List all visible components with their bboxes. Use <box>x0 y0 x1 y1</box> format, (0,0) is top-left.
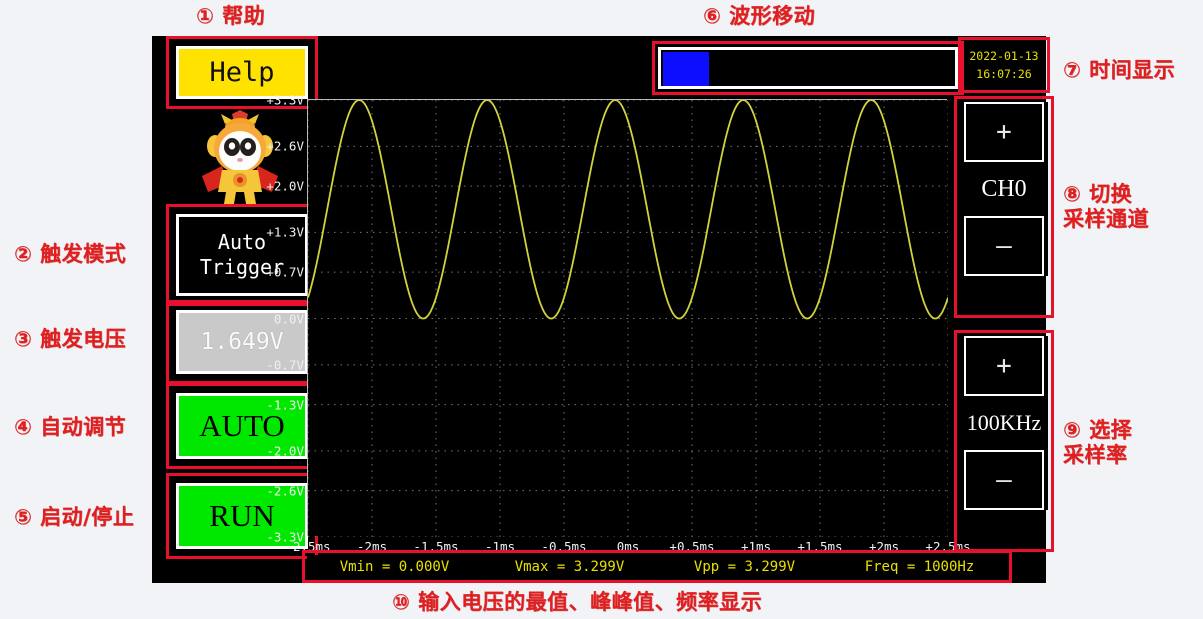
help-button[interactable]: Help <box>176 46 308 99</box>
annotation-text: 选择 <box>1089 418 1133 442</box>
clock-display: 2022-01-13 16:07:26 <box>964 43 1044 87</box>
annotation-number: ⑩ <box>392 590 411 614</box>
annotation-number: ⑨ <box>1063 418 1082 442</box>
oscilloscope-screen: Help Auto Trigger 1.649V AUTO RUN +3.3V … <box>152 36 1054 583</box>
annotation-number: ① <box>196 4 215 28</box>
annotation-number: ④ <box>14 415 33 439</box>
channel-stepper: + CH0 — <box>960 102 1048 276</box>
annotation-sample-rate: ⑨ 选择 采样率 <box>1063 418 1132 468</box>
clock-time: 16:07:26 <box>976 67 1032 81</box>
y-tick-label: -1.3V <box>266 397 304 413</box>
annotation-number: ② <box>14 242 33 266</box>
channel-minus-button[interactable]: — <box>964 216 1044 276</box>
annotation-text: 时间显示 <box>1089 58 1176 82</box>
y-tick-label: -2.6V <box>266 483 304 499</box>
annotation-text: 自动调节 <box>40 415 127 439</box>
channel-value: CH0 <box>981 175 1027 202</box>
annotation-number: ⑥ <box>703 4 722 28</box>
annotation-run-stop: ⑤ 启动/停止 <box>14 505 134 530</box>
y-tick-label: -0.7V <box>266 357 304 373</box>
annotation-time-display: ⑦ 时间显示 <box>1063 58 1175 83</box>
measurement-bar: Vmin = 0.000V Vmax = 3.299V Vpp = 3.299V… <box>307 555 1007 578</box>
sample-rate-plus-button[interactable]: + <box>964 336 1044 396</box>
y-tick-label: +1.3V <box>266 224 304 240</box>
y-tick-label: +2.6V <box>266 138 304 154</box>
measurement-freq: Freq = 1000Hz <box>864 558 975 575</box>
annotation-text: 触发模式 <box>40 242 127 266</box>
annotation-auto-adjust: ④ 自动调节 <box>14 415 126 440</box>
sample-rate-stepper: + 100KHz — <box>960 336 1048 510</box>
y-tick-label: +3.3V <box>266 92 304 108</box>
annotation-number: ⑦ <box>1063 58 1082 82</box>
sample-rate-value: 100KHz <box>966 410 1042 435</box>
waveform-svg <box>308 100 948 537</box>
annotation-wave-move: ⑥ 波形移动 <box>703 4 815 29</box>
annotation-help: ① 帮助 <box>196 4 265 29</box>
measurement-vmax: Vmax = 3.299V <box>514 558 625 575</box>
clock-date: 2022-01-13 <box>969 48 1039 63</box>
annotation-text: 启动/停止 <box>40 505 135 529</box>
annotation-measurements: ⑩ 输入电压的最值、峰峰值、频率显示 <box>392 590 762 615</box>
measurement-vmin: Vmin = 0.000V <box>339 558 450 575</box>
annotation-number: ③ <box>14 327 33 351</box>
annotation-number: ⑧ <box>1063 182 1082 206</box>
annotation-trigger-voltage: ③ 触发电压 <box>14 327 126 352</box>
annotation-text-line2: 采样通道 <box>1063 206 1149 231</box>
measurement-vpp: Vpp = 3.299V <box>693 558 796 575</box>
annotation-switch-channel: ⑧ 切换 采样通道 <box>1063 182 1149 232</box>
waveform-move-scrollbar[interactable] <box>658 47 958 89</box>
sample-rate-minus-button[interactable]: — <box>964 450 1044 510</box>
annotation-text-line2: 采样率 <box>1063 442 1128 467</box>
y-tick-label: +0.7V <box>266 264 304 280</box>
plot-grid <box>308 100 948 537</box>
annotation-text: 帮助 <box>222 4 266 28</box>
annotation-text: 输入电压的最值、峰峰值、频率显示 <box>418 590 763 614</box>
annotation-text: 波形移动 <box>729 4 816 28</box>
waveform-move-scroll-thumb[interactable] <box>663 52 709 86</box>
y-tick-label: 0.0V <box>273 311 304 326</box>
annotation-text: 触发电压 <box>40 327 127 351</box>
trigger-mode-line1: Auto <box>217 230 267 254</box>
y-tick-label: +2.0V <box>266 178 304 194</box>
channel-plus-button[interactable]: + <box>964 102 1044 162</box>
y-tick-label: -2.0V <box>266 443 304 459</box>
annotation-number: ⑤ <box>14 505 33 529</box>
annotation-text: 切换 <box>1089 182 1133 206</box>
waveform-plot[interactable]: +3.3V +2.6V +2.0V +1.3V +0.7V 0.0V -0.7V -1.3V -… <box>266 93 970 555</box>
annotation-trigger-mode: ② 触发模式 <box>14 242 126 267</box>
